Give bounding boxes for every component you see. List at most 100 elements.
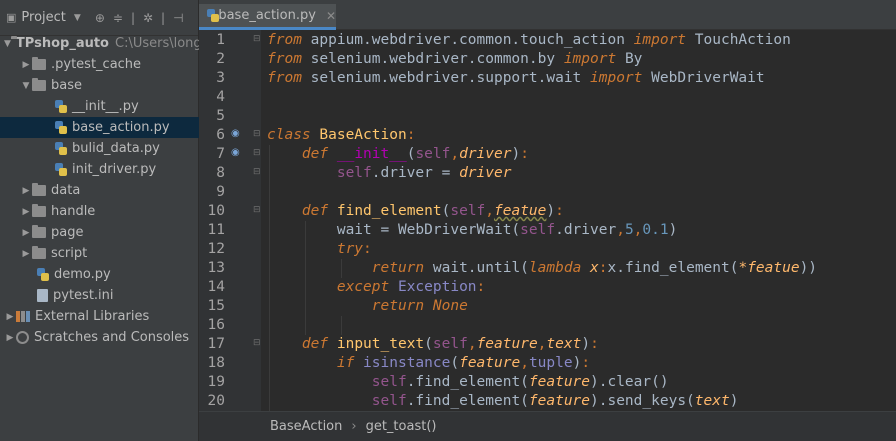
tree-file[interactable]: init_driver.py <box>0 159 199 180</box>
code-line: self.find_element(feature).send_keys(tex… <box>371 393 739 409</box>
line-number: 17 <box>207 336 225 352</box>
indent-guide <box>341 316 342 335</box>
gear-icon[interactable]: ✲ <box>143 11 153 25</box>
chevron-down-icon[interactable]: ▼ <box>20 81 32 91</box>
override-marker-icon[interactable]: ◉ <box>231 128 243 140</box>
tree-path: C:\Users\long <box>115 36 199 51</box>
python-file-icon <box>55 121 67 134</box>
line-number: 11 <box>207 222 225 238</box>
breadcrumb: BaseAction › get_toast() <box>199 411 896 441</box>
line-number: 4 <box>216 89 225 105</box>
line-number: 1 <box>216 32 225 48</box>
tree-label: base_action.py <box>72 120 170 135</box>
folder-icon <box>32 57 46 70</box>
chevron-right-icon[interactable]: ▶ <box>20 186 32 196</box>
fold-icon[interactable]: ⊟ <box>253 205 261 215</box>
project-view-icon: ▣ <box>6 11 17 24</box>
tree-folder[interactable]: ▶ data <box>0 180 199 201</box>
editor-tab-bar: base_action.py ✕ <box>199 0 896 30</box>
code-line: from appium.webdriver.common.touch_actio… <box>267 32 791 48</box>
breadcrumb-class[interactable]: BaseAction <box>270 419 342 434</box>
tree-label: External Libraries <box>35 309 150 324</box>
divider: | <box>130 10 135 25</box>
fold-icon[interactable]: ⊟ <box>253 148 261 158</box>
line-number: 13 <box>207 260 225 276</box>
tree-folder[interactable]: ▶ script <box>0 243 199 264</box>
tree-file[interactable]: bulid_data.py <box>0 138 199 159</box>
chevron-right-icon[interactable]: ▶ <box>20 249 32 259</box>
chevron-down-icon[interactable]: ▼ <box>74 13 81 23</box>
tree-file[interactable]: pytest.ini <box>0 285 199 306</box>
project-toolbar: ▣ Project ▼ ⊕ ≑ | ✲ | ⊣ <box>0 0 198 36</box>
divider: | <box>161 10 166 25</box>
tree-label: page <box>51 225 84 240</box>
scratches-icon <box>16 331 29 344</box>
folder-icon <box>32 225 46 238</box>
line-number: 12 <box>207 241 225 257</box>
tab-base-action[interactable]: base_action.py ✕ <box>199 4 336 30</box>
tab-label: base_action.py <box>218 8 316 23</box>
tree-label: __init__.py <box>72 99 139 114</box>
fold-icon[interactable]: ⊟ <box>253 167 261 177</box>
line-number: 14 <box>207 279 225 295</box>
python-file-icon <box>55 142 67 155</box>
tree-root[interactable]: ▼ TPshop_auto C:\Users\long <box>0 33 199 54</box>
folder-icon <box>32 204 46 217</box>
chevron-right-icon[interactable]: ▶ <box>4 312 16 322</box>
folder-icon <box>32 78 46 91</box>
chevron-right-icon[interactable]: ▶ <box>4 333 16 343</box>
line-number: 2 <box>216 51 225 67</box>
close-icon[interactable]: ✕ <box>326 9 336 23</box>
line-number: 18 <box>207 355 225 371</box>
chevron-right-icon[interactable]: ▶ <box>20 207 32 217</box>
tree-folder[interactable]: ▶ page <box>0 222 199 243</box>
fold-icon[interactable]: ⊟ <box>253 34 261 44</box>
folder-icon <box>32 246 46 259</box>
code-line: def input_text(self,feature,text): <box>301 336 599 352</box>
tree-label: TPshop_auto <box>15 36 109 51</box>
tree-folder[interactable]: ▶ .pytest_cache <box>0 54 199 75</box>
chevron-right-icon[interactable]: ▶ <box>20 60 32 70</box>
tree-file[interactable]: demo.py <box>0 264 199 285</box>
library-icon <box>16 311 30 322</box>
tree-label: Scratches and Consoles <box>34 330 190 345</box>
tree-scratches[interactable]: ▶ Scratches and Consoles <box>0 327 199 348</box>
python-file-icon <box>207 9 220 22</box>
code-line: wait = WebDriverWait(self.driver,5,0.1) <box>267 222 678 238</box>
chevron-right-icon[interactable]: ▶ <box>20 228 32 238</box>
fold-icon[interactable]: ⊟ <box>253 129 261 139</box>
line-number: 9 <box>216 184 225 200</box>
tree-label: .pytest_cache <box>51 57 142 72</box>
line-number: 20 <box>207 393 225 409</box>
line-number: 8 <box>216 165 225 181</box>
tree-folder[interactable]: ▼ base <box>0 75 199 96</box>
line-number: 19 <box>207 374 225 390</box>
code-line: return None <box>371 298 468 314</box>
fold-icon[interactable]: ⊟ <box>253 338 261 348</box>
tree-file[interactable]: base_action.py <box>0 117 199 138</box>
override-marker-icon[interactable]: ◉ <box>231 147 243 159</box>
code-editor[interactable]: from appium.webdriver.common.touch_actio… <box>261 30 896 411</box>
chevron-right-icon: › <box>351 419 357 434</box>
tree-folder[interactable]: ▶ handle <box>0 201 199 222</box>
hide-icon[interactable]: ⊣ <box>173 11 183 25</box>
code-line: return wait.until(lambda x:x.find_elemen… <box>371 260 818 276</box>
breadcrumb-method[interactable]: get_toast() <box>366 419 437 434</box>
line-number: 5 <box>216 108 225 124</box>
code-line: def find_element(self,featue): <box>301 203 564 219</box>
tree-label: demo.py <box>54 267 111 282</box>
tree-file[interactable]: __init__.py <box>0 96 199 117</box>
code-line: from selenium.webdriver.support.wait imp… <box>267 70 765 86</box>
target-icon[interactable]: ⊕ <box>95 11 105 25</box>
ini-file-icon <box>37 289 48 302</box>
tree-label: pytest.ini <box>53 288 114 303</box>
chevron-down-icon[interactable]: ▼ <box>4 39 11 49</box>
tree-external-libraries[interactable]: ▶ External Libraries <box>0 306 199 327</box>
project-view-label[interactable]: Project <box>21 10 65 25</box>
code-line: if isinstance(feature,tuple): <box>336 355 591 371</box>
code-line: self.driver = driver <box>336 165 512 181</box>
line-number: 16 <box>207 317 225 333</box>
folder-icon <box>32 183 46 196</box>
collapse-icon[interactable]: ≑ <box>113 11 123 25</box>
tree-label: handle <box>51 204 96 219</box>
